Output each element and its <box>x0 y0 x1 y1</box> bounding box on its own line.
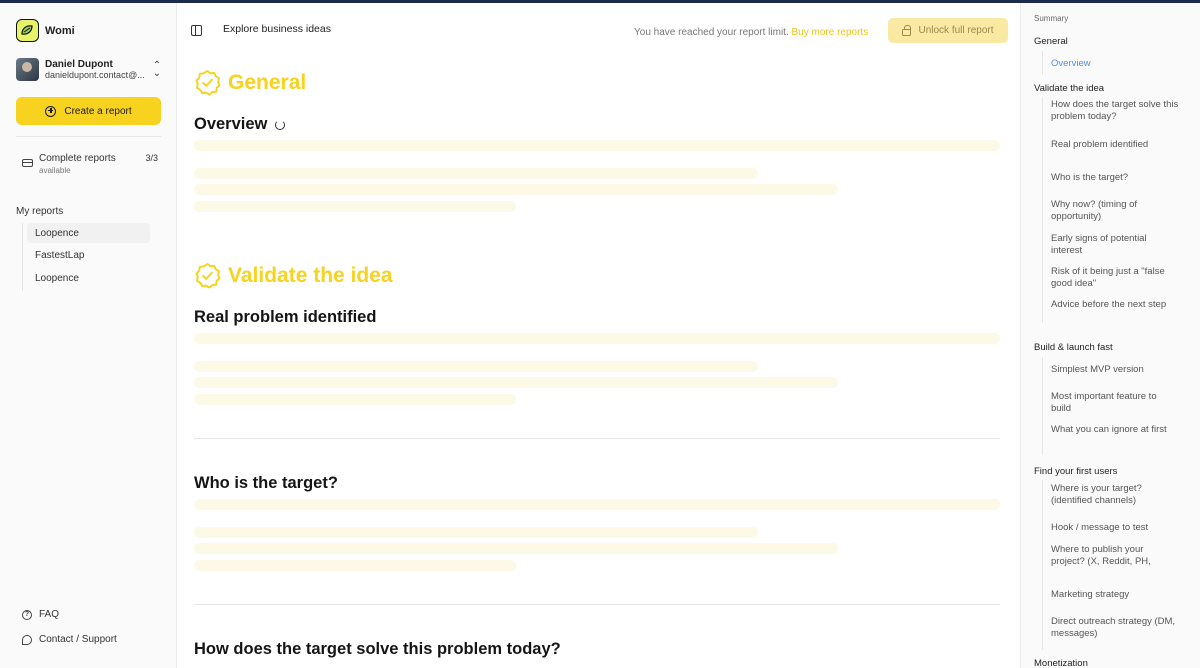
summary-item[interactable]: Overview <box>1051 58 1179 70</box>
help-icon: ? <box>22 609 32 620</box>
summary-item[interactable]: How does the target solve this problem t… <box>1051 99 1179 123</box>
create-report-label: Create a report <box>64 105 132 117</box>
summary-item[interactable]: Most important feature to build <box>1051 391 1179 415</box>
subsection-title: Overview <box>194 115 268 133</box>
summary-item[interactable]: Why now? (timing of opportunity) <box>1051 199 1179 223</box>
summary-item[interactable]: What you can ignore at first <box>1051 424 1179 436</box>
create-report-button[interactable]: Create a report <box>16 97 161 125</box>
skeleton-line <box>194 168 758 179</box>
buy-more-reports-link[interactable]: Buy more reports <box>792 27 869 38</box>
summary-nav: Summary General Overview Validate the id… <box>1020 3 1200 668</box>
faq-label: FAQ <box>39 609 60 620</box>
summary-line <box>1042 480 1043 650</box>
unlock-full-report-button[interactable]: Unlock full report <box>888 18 1008 43</box>
summary-group[interactable]: Build & launch fast <box>1034 342 1113 353</box>
support-link[interactable]: Contact / Support <box>22 634 117 645</box>
summary-item[interactable]: Risk of it being just a "false good idea… <box>1051 266 1179 290</box>
user-name: Daniel Dupont <box>45 59 113 70</box>
womi-logo-icon <box>16 19 39 42</box>
verified-badge-icon <box>195 262 221 289</box>
skeleton-line <box>194 184 838 195</box>
my-reports-title: My reports <box>16 206 64 217</box>
summary-item[interactable]: Where to publish your project? (X, Reddi… <box>1051 544 1179 568</box>
section-validate: Validate the idea <box>194 262 393 289</box>
report-limit-text: You have reached your report limit. <box>634 27 789 38</box>
user-email: danieldupont.contact@... <box>45 70 145 80</box>
subsection-heading: Who is the target? <box>194 474 338 493</box>
skeleton-line <box>194 201 516 212</box>
my-report-item[interactable]: Loopence <box>27 268 150 288</box>
summary-title: Summary <box>1034 14 1069 23</box>
subsection-title: Real problem identified <box>194 308 377 326</box>
reports-available-label: Complete reports <box>39 153 116 164</box>
toggle-sidebar-icon[interactable] <box>191 25 202 36</box>
summary-item[interactable]: Direct outreach strategy (DM, messages) <box>1051 616 1179 640</box>
chevron-updown-icon: ⌃ ⌄ <box>152 59 162 79</box>
divider <box>194 604 1000 605</box>
reports-available: Complete reports available 3/3 <box>22 153 158 175</box>
faq-link[interactable]: ? FAQ <box>22 609 59 620</box>
summary-group[interactable]: Validate the idea <box>1034 83 1104 94</box>
summary-item[interactable]: Hook / message to test <box>1051 522 1179 534</box>
section-general: General <box>194 69 306 96</box>
summary-line <box>1042 357 1043 455</box>
user-switcher[interactable]: Daniel Dupont danieldupont.contact@... ⌃… <box>16 58 162 81</box>
summary-item[interactable]: Who is the target? <box>1051 172 1179 184</box>
skeleton-line <box>194 140 1000 151</box>
app-name: Womi <box>45 24 75 37</box>
skeleton-line <box>194 394 516 405</box>
skeleton-line <box>194 361 758 372</box>
summary-item[interactable]: Simplest MVP version <box>1051 364 1179 376</box>
main-content: Explore business ideas You have reached … <box>178 3 1020 668</box>
reports-available-count: 3/3 <box>145 153 158 163</box>
subsection-heading: How does the target solve this problem t… <box>194 640 561 659</box>
summary-item[interactable]: Advice before the next step <box>1051 299 1179 311</box>
section-title: General <box>228 70 307 94</box>
my-report-item[interactable]: Loopence <box>27 223 150 243</box>
subsection-title: How does the target solve this problem t… <box>194 640 561 658</box>
page-title: Explore business ideas <box>223 23 331 35</box>
plus-circle-icon <box>45 105 57 117</box>
report-limit-notice: You have reached your report limit. Buy … <box>634 27 868 38</box>
lock-icon <box>902 24 912 36</box>
brand[interactable]: Womi <box>16 19 75 42</box>
my-report-item[interactable]: FastestLap <box>27 246 150 266</box>
loading-spinner-icon <box>275 119 286 130</box>
reports-available-sub: available <box>39 166 71 175</box>
subsection-heading: Real problem identified <box>194 308 376 327</box>
avatar <box>16 58 39 81</box>
sidebar: Womi Daniel Dupont danieldupont.contact@… <box>0 3 177 668</box>
summary-group[interactable]: General <box>1034 36 1068 47</box>
skeleton-line <box>194 499 1000 510</box>
summary-group[interactable]: Find your first users <box>1034 466 1117 477</box>
skeleton-line <box>194 543 838 554</box>
divider <box>194 438 1000 439</box>
skeleton-line <box>194 560 516 571</box>
subsection-title: Who is the target? <box>194 474 338 492</box>
subsection-heading: Overview <box>194 115 286 134</box>
summary-item[interactable]: Where is your target? (identified channe… <box>1051 483 1179 507</box>
summary-item[interactable]: Early signs of potential interest <box>1051 233 1179 257</box>
skeleton-line <box>194 333 1000 344</box>
summary-item[interactable]: Real problem identified <box>1051 139 1179 151</box>
summary-group[interactable]: Monetization <box>1034 658 1088 668</box>
unlock-label: Unlock full report <box>918 25 994 36</box>
divider <box>16 136 161 137</box>
skeleton-line <box>194 527 758 538</box>
credit-card-icon <box>22 159 33 167</box>
summary-item[interactable]: Marketing strategy <box>1051 589 1179 601</box>
chat-bubble-icon <box>22 634 32 645</box>
section-title: Validate the idea <box>228 263 393 287</box>
summary-line <box>1042 51 1043 75</box>
skeleton-line <box>194 377 838 388</box>
support-label: Contact / Support <box>39 634 117 645</box>
summary-line <box>1042 97 1043 323</box>
my-reports-list: Loopence FastestLap Loopence <box>22 223 150 291</box>
verified-badge-icon <box>195 69 221 96</box>
